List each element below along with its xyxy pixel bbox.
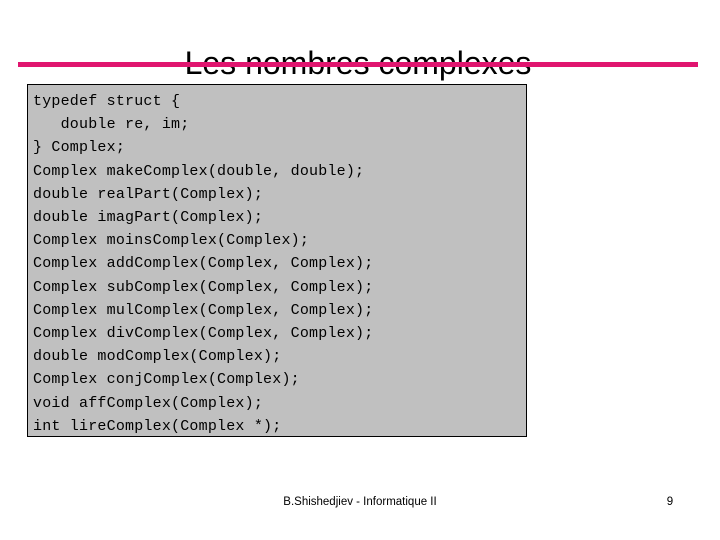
title-underline-rule	[18, 62, 698, 67]
code-line: double realPart(Complex);	[33, 185, 264, 203]
code-line: double modComplex(Complex);	[33, 348, 282, 366]
code-line: typedef struct {	[33, 93, 181, 110]
footer-attribution: B.Shishedjiev - Informatique II	[283, 496, 437, 508]
code-line: Complex moinsComplex(Complex);	[33, 232, 310, 250]
code-block: typedef struct { double re, im; } Comple…	[27, 84, 527, 437]
code-line: Complex addComplex(Complex, Complex);	[33, 255, 374, 273]
code-line: int lireComplex(Complex *);	[33, 417, 282, 435]
footer-page-number: 9	[666, 496, 674, 508]
slide-canvas: Les nombres complexes typedef struct { d…	[0, 0, 720, 540]
code-line: double imagPart(Complex);	[33, 209, 264, 227]
code-line: Complex divComplex(Complex, Complex);	[33, 325, 374, 343]
code-line: Complex mulComplex(Complex, Complex);	[33, 301, 374, 319]
code-line: Complex subComplex(Complex, Complex);	[33, 278, 374, 296]
code-line: Complex conjComplex(Complex);	[33, 371, 300, 389]
code-line: double re, im;	[33, 116, 190, 134]
code-line: void affComplex(Complex);	[33, 394, 264, 412]
code-line: } Complex;	[33, 139, 126, 157]
code-line: Complex makeComplex(double, double);	[33, 162, 365, 180]
